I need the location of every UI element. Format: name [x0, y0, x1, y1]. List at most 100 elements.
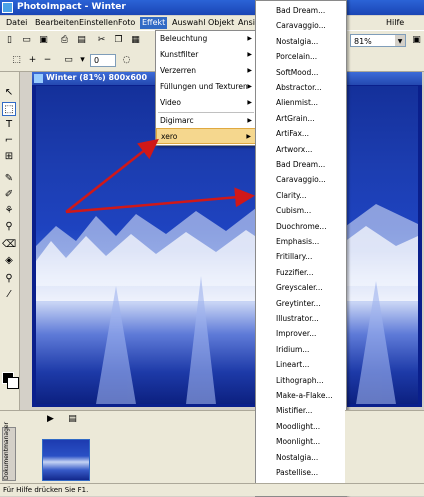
menu-item-digimarc[interactable]: Digimarc ▶ — [156, 113, 256, 129]
menu-item-verzerren[interactable]: Verzerren ▶ — [156, 63, 256, 79]
xero-submenu: ▼ Bad Dream...Caravaggio...Nostalgia...P… — [255, 0, 347, 497]
view-mode-icon[interactable]: ▤ — [66, 413, 79, 426]
effekt-menu: Beleuchtung ▶ Kunstfilter ▶ Verzerren ▶ Fül… — [155, 30, 257, 146]
xero-menu-item[interactable]: Artworx... — [256, 142, 346, 157]
menu-effekt[interactable]: Effekt — [140, 17, 168, 29]
submenu-arrow-icon: ▶ — [247, 117, 252, 124]
xero-menu-item[interactable]: Caravaggio... — [256, 18, 346, 33]
xero-menu-item[interactable]: Nostalgia... — [256, 450, 346, 465]
eraser-tool-icon[interactable]: ⌫ — [2, 238, 16, 252]
xero-menu-item[interactable]: ArtGrain... — [256, 111, 346, 126]
xero-menu-item[interactable]: Lithograph... — [256, 373, 346, 388]
side-panel-strip — [345, 410, 424, 484]
save-icon[interactable]: ▣ — [37, 34, 50, 47]
menu-item-video[interactable]: Video ▶ — [156, 95, 256, 111]
xero-menu-item[interactable]: Porcelain... — [256, 49, 346, 64]
document-manager-tab[interactable]: Dokumentmanager — [2, 422, 16, 481]
xero-menu-item[interactable]: Fuzzifier... — [256, 265, 346, 280]
xero-menu-item[interactable]: Moodlight... — [256, 419, 346, 434]
xero-menu-item[interactable]: ArtiFax... — [256, 126, 346, 141]
xero-menu-item[interactable]: Improver... — [256, 326, 346, 341]
view-options-icon[interactable]: ▣ — [410, 34, 423, 47]
xero-menu-item[interactable]: Mistifier... — [256, 403, 346, 418]
menu-item-beleuchtung[interactable]: Beleuchtung ▶ — [156, 31, 256, 47]
selection-mode-icon[interactable]: ⬚ — [10, 54, 23, 67]
xero-menu-item[interactable]: Abstractor... — [256, 80, 346, 95]
menu-hilfe[interactable]: Hilfe — [386, 18, 404, 27]
status-text: Für Hilfe drücken Sie F1. — [3, 486, 89, 494]
status-bar: Für Hilfe drücken Sie F1. — [0, 483, 424, 496]
tool-palette: ↖ ⬚ T ⌐ ⊞ ✎ ✐ ⚘ ⚲ ⌫ ◈ ⚲ ⁄ — [0, 72, 20, 410]
xero-menu-item[interactable]: Iridium... — [256, 342, 346, 357]
xero-menu-item[interactable]: SoftMood... — [256, 65, 346, 80]
xero-menu-item[interactable]: Emphasis... — [256, 234, 346, 249]
xero-menu-item[interactable]: Caravaggio... — [256, 172, 346, 187]
xero-menu-item[interactable]: Alienmist... — [256, 95, 346, 110]
menu-item-xero[interactable]: xero ▶ — [156, 128, 256, 144]
eyedropper-tool-icon[interactable]: ⁄ — [2, 288, 16, 302]
paint-tool-icon[interactable]: ✐ — [2, 188, 16, 202]
copy-icon[interactable]: ❐ — [112, 34, 125, 47]
crop-tool-icon[interactable]: ⌐ — [2, 134, 16, 148]
menu-bearbeiten[interactable]: Bearbeiten — [35, 18, 79, 27]
menu-item-kunstfilter[interactable]: Kunstfilter ▶ — [156, 47, 256, 63]
menu-objekt[interactable]: Objekt — [208, 18, 234, 27]
subtract-selection-icon[interactable]: − — [41, 54, 54, 67]
xero-menu-item[interactable]: Moonlight... — [256, 434, 346, 449]
print-icon[interactable]: ⎙ — [58, 34, 71, 47]
xero-menu-item[interactable]: Bad Dream... — [256, 157, 346, 172]
menu-bar: Datei Bearbeiten Einstellen Foto Effekt … — [0, 16, 424, 30]
app-title-bar: PhotoImpact - Winter — [0, 0, 424, 15]
xero-menu-item[interactable]: Nostalgia... — [256, 34, 346, 49]
stamp-tool-icon[interactable]: ⚲ — [2, 220, 16, 234]
zoom-select[interactable]: 81% ▼ — [350, 34, 406, 47]
marquee-icon[interactable]: ◌ — [120, 54, 133, 67]
xero-menu-item[interactable]: Bad Dream... — [256, 3, 346, 18]
cut-icon[interactable]: ✂ — [95, 34, 108, 47]
selection-tool-icon[interactable]: ⬚ — [2, 102, 16, 116]
window-title: PhotoImpact - Winter — [17, 2, 126, 12]
xero-menu-item[interactable]: Pastellise... — [256, 465, 346, 480]
retouch-tool-icon[interactable]: ✎ — [2, 172, 16, 186]
menu-foto[interactable]: Foto — [118, 18, 135, 27]
pick-tool-icon[interactable]: ↖ — [2, 86, 16, 100]
xero-menu-item[interactable]: Make-a-Flake... — [256, 388, 346, 403]
submenu-arrow-icon: ▶ — [247, 99, 252, 106]
chevron-down-icon[interactable]: ▼ — [395, 35, 405, 46]
open-folder-icon[interactable]: ▭ — [20, 34, 33, 47]
fill-tool-icon[interactable]: ◈ — [2, 254, 16, 268]
submenu-arrow-icon: ▶ — [247, 83, 252, 90]
xero-menu-item[interactable]: Clarity... — [256, 188, 346, 203]
xero-menu-item[interactable]: Illustrator... — [256, 311, 346, 326]
stepper-value: 0 — [94, 56, 100, 65]
document-title: Winter (81%) 800x600 — [46, 73, 148, 82]
zoom-tool-icon[interactable]: ⚲ — [2, 272, 16, 286]
rectangle-icon[interactable]: ▭ — [62, 54, 75, 67]
xero-menu-item[interactable]: Lineart... — [256, 357, 346, 372]
transform-tool-icon[interactable]: ⊞ — [2, 150, 16, 164]
zoom-value: 81% — [354, 37, 372, 46]
chevron-down-icon[interactable]: ▾ — [76, 54, 89, 67]
new-file-icon[interactable]: ▯ — [3, 34, 16, 47]
photoimpact-icon[interactable] — [2, 2, 13, 13]
menu-einstellen[interactable]: Einstellen — [79, 18, 118, 27]
play-icon[interactable]: ▶ — [44, 413, 57, 426]
scan-icon[interactable]: ▤ — [75, 34, 88, 47]
xero-menu-item[interactable]: Cubism... — [256, 203, 346, 218]
xero-menu-item[interactable]: Greytinter... — [256, 296, 346, 311]
document-icon[interactable] — [34, 74, 43, 83]
background-color-swatch[interactable] — [7, 377, 19, 389]
submenu-arrow-icon: ▶ — [246, 133, 251, 140]
menu-datei[interactable]: Datei — [6, 18, 27, 27]
add-selection-icon[interactable]: + — [26, 54, 39, 67]
document-thumbnail[interactable] — [42, 439, 90, 481]
xero-menu-item[interactable]: Greyscaler... — [256, 280, 346, 295]
xero-menu-item[interactable]: Duochrome... — [256, 219, 346, 234]
clone-tool-icon[interactable]: ⚘ — [2, 204, 16, 218]
menu-auswahl[interactable]: Auswahl — [172, 18, 205, 27]
xero-menu-item[interactable]: Fritillary... — [256, 249, 346, 264]
paste-icon[interactable]: ▦ — [129, 34, 142, 47]
soft-edge-stepper[interactable]: 0 — [90, 54, 116, 67]
text-tool-icon[interactable]: T — [2, 118, 16, 132]
menu-item-fuellungen[interactable]: Füllungen und Texturen ▶ — [156, 79, 256, 95]
